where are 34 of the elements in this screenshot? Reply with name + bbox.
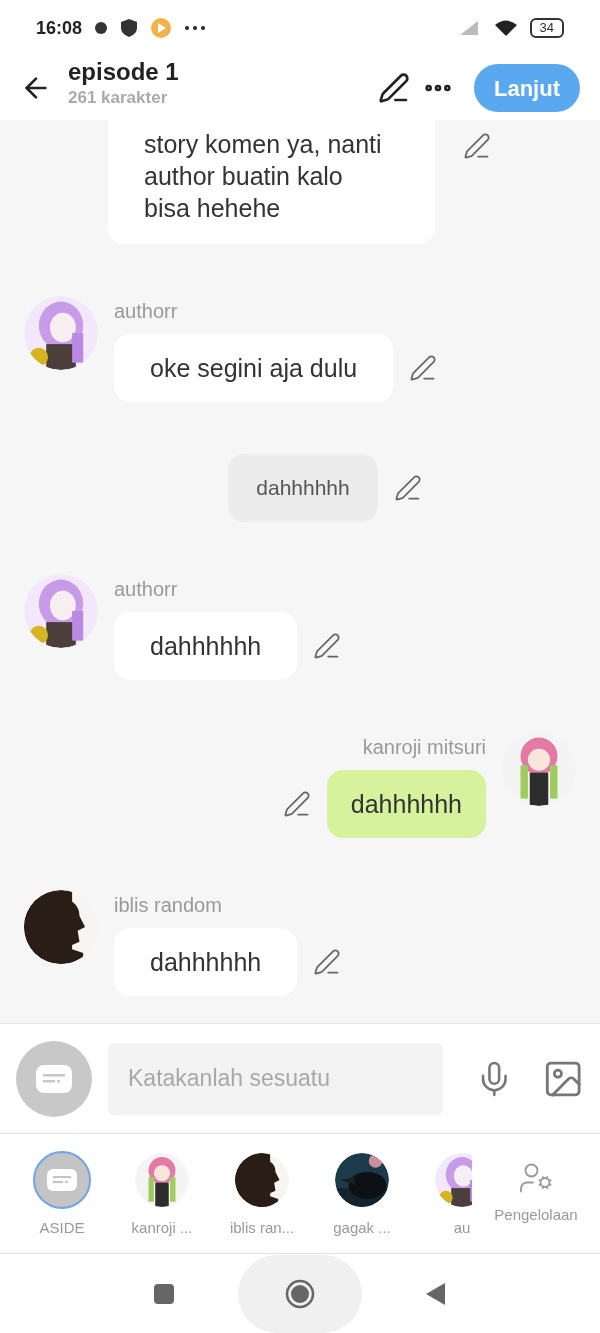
more-icon — [184, 25, 207, 31]
message-text: story komen ya, nanti — [144, 129, 383, 160]
message-text: dahhhhhh — [350, 789, 462, 820]
chat-bubble-icon — [36, 1064, 72, 1093]
character-label: au — [453, 1218, 471, 1239]
recents-button[interactable] — [154, 1283, 174, 1304]
play-icon — [150, 17, 173, 39]
character-label: ASIDE — [39, 1218, 85, 1239]
message-text: bisa hehehe — [144, 193, 282, 224]
next-button[interactable]: Lanjut — [474, 64, 580, 112]
shield-icon — [120, 18, 139, 38]
character-count: 261 karakter — [68, 87, 169, 109]
sender-name: kanroji mitsuri — [362, 735, 486, 760]
battery-indicator: 34 — [529, 18, 564, 38]
status-time: 16:08 — [36, 16, 83, 40]
back-triangle-icon[interactable] — [426, 1281, 446, 1306]
home-icon — [285, 1278, 315, 1309]
sender-name: authorr — [114, 299, 179, 324]
message-text: dahhhhhh — [256, 475, 350, 501]
character-label: kanroji ... — [131, 1218, 193, 1239]
edit-icon[interactable] — [378, 72, 410, 104]
chat-bubble-icon — [47, 1169, 77, 1192]
message-text: author buatin kalo — [144, 161, 344, 192]
sender-name: iblis random — [114, 893, 223, 918]
message-input[interactable]: Katakanlah sesuatu — [108, 1042, 443, 1115]
message-text: oke segini aja dulu — [150, 353, 358, 384]
message-text: dahhhhhh — [150, 947, 262, 978]
character-label: iblis ran... — [229, 1218, 295, 1239]
sender-name: authorr — [114, 577, 179, 602]
episode-title: episode 1 — [68, 58, 179, 86]
message-text: dahhhhhh — [150, 631, 262, 662]
character-label: gagak ... — [333, 1218, 391, 1239]
notification-icon — [94, 21, 109, 35]
wifi-icon — [493, 19, 518, 37]
